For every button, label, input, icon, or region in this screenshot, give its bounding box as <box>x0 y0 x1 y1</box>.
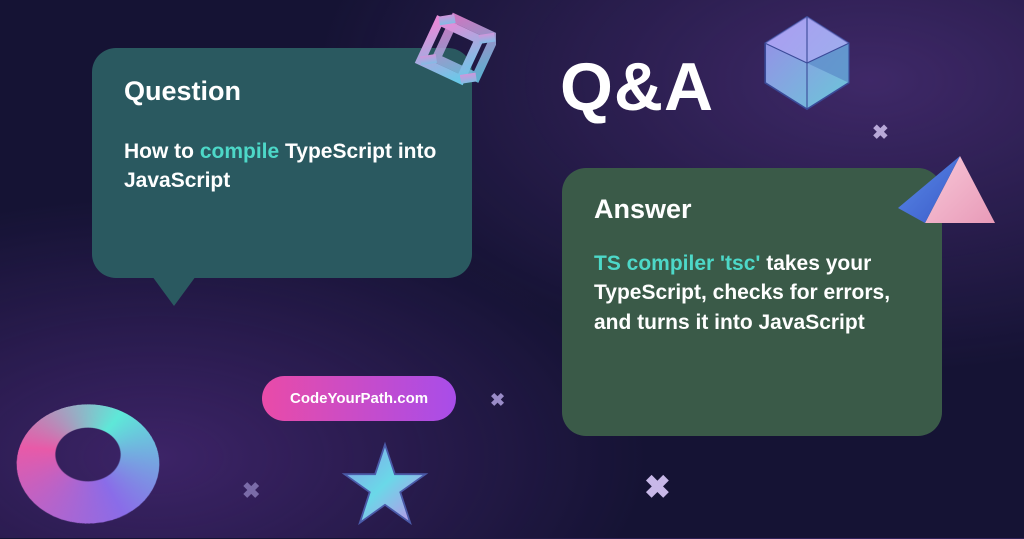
answer-highlight: TS compiler 'tsc' <box>594 252 760 275</box>
question-highlight: compile <box>200 140 279 163</box>
star-icon <box>340 440 430 530</box>
torus-icon <box>18 382 158 522</box>
x-icon: ✖ <box>490 390 505 411</box>
answer-title: Answer <box>594 194 910 225</box>
pyramid-icon <box>890 148 1000 248</box>
cube-icon <box>408 12 496 100</box>
x-icon: ✖ <box>872 120 889 145</box>
x-icon: ✖ <box>644 468 671 506</box>
question-body: How to compile TypeScript into JavaScrip… <box>124 137 440 196</box>
x-icon: ✖ <box>242 478 260 504</box>
answer-body: TS compiler 'tsc' takes your TypeScript,… <box>594 249 910 337</box>
qa-heading: Q&A <box>560 48 714 126</box>
polyhedron-icon <box>752 8 862 118</box>
answer-card: Answer TS compiler 'tsc' takes your Type… <box>562 168 942 436</box>
site-badge: CodeYourPath.com <box>262 376 456 421</box>
question-prefix: How to <box>124 140 200 163</box>
question-title: Question <box>124 76 440 107</box>
